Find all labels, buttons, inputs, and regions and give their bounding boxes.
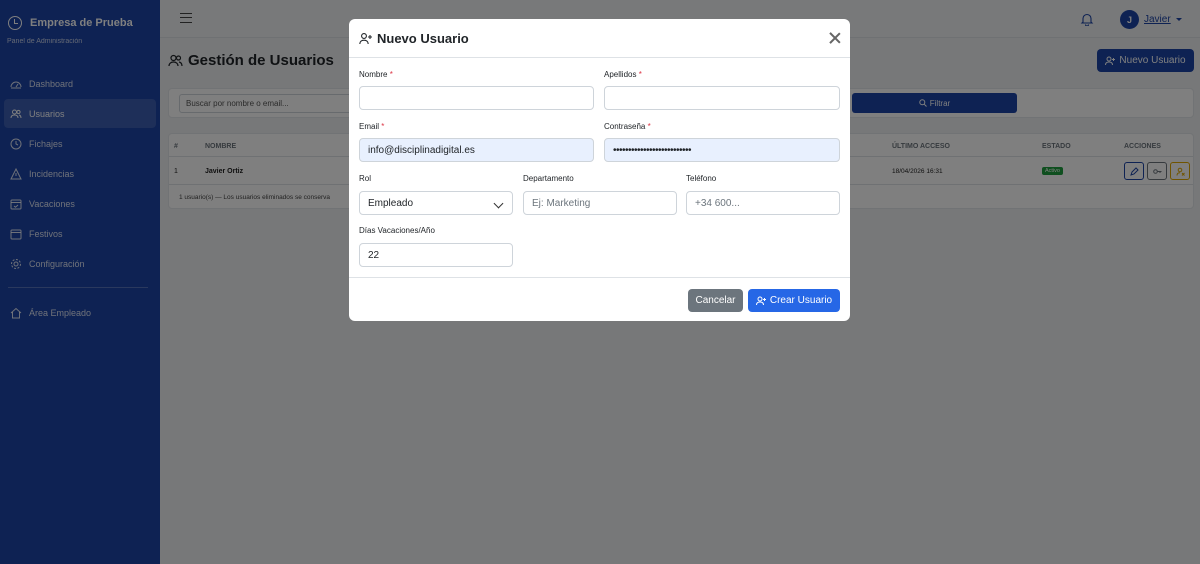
password-label: Contraseña * <box>604 122 651 131</box>
modal-title-text: Nuevo Usuario <box>377 31 469 46</box>
create-user-button[interactable]: Crear Usuario <box>748 289 840 312</box>
user-plus-icon <box>359 33 372 45</box>
nombre-label: Nombre * <box>359 70 393 79</box>
telefono-placeholder: +34 600... <box>695 197 740 209</box>
modal-title: Nuevo Usuario <box>359 31 469 46</box>
telefono-label: Teléfono <box>686 174 717 183</box>
departamento-placeholder: Ej: Marketing <box>532 197 591 209</box>
user-plus-icon <box>755 296 766 305</box>
password-value: •••••••••••••••••••••••••• <box>613 144 692 156</box>
close-icon[interactable] <box>829 32 841 44</box>
dias-vacaciones-input[interactable]: 22 <box>359 243 513 267</box>
nombre-input[interactable] <box>359 86 594 110</box>
email-field[interactable]: info@disciplinadigital.es <box>359 138 594 162</box>
cancel-button[interactable]: Cancelar <box>688 289 743 312</box>
create-user-label: Crear Usuario <box>769 295 833 306</box>
modal-header: Nuevo Usuario <box>349 19 850 58</box>
new-user-modal: Nuevo Usuario Nombre * Apellidos * Email… <box>349 19 850 321</box>
rol-value: Empleado <box>368 197 414 209</box>
chevron-down-icon <box>493 198 504 209</box>
telefono-input[interactable]: +34 600... <box>686 191 840 215</box>
departamento-label: Departamento <box>523 174 574 183</box>
password-field[interactable]: •••••••••••••••••••••••••• <box>604 138 840 162</box>
apellidos-input[interactable] <box>604 86 840 110</box>
rol-label: Rol <box>359 174 372 183</box>
modal-footer: Cancelar Crear Usuario <box>349 277 850 321</box>
dias-vacaciones-label: Días Vacaciones/Año <box>359 226 435 235</box>
rol-select[interactable]: Empleado <box>359 191 513 215</box>
email-label: Email * <box>359 122 385 131</box>
apellidos-label: Apellidos * <box>604 70 642 79</box>
departamento-input[interactable]: Ej: Marketing <box>523 191 677 215</box>
